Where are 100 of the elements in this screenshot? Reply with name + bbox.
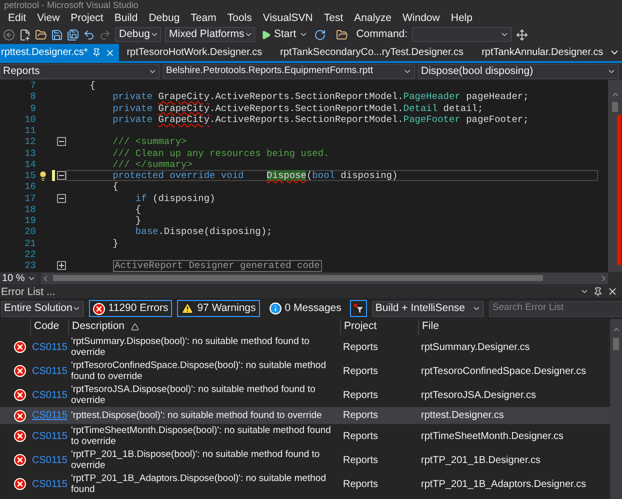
scope-dropdown[interactable]: Entire Solution [1,300,84,316]
scroll-up-icon[interactable] [610,90,620,99]
pin-icon[interactable] [593,286,603,296]
document-tab[interactable]: rptTankAnnular.Designer.cs [478,44,608,61]
caret-icon [299,30,308,39]
redo-icon[interactable] [99,28,111,40]
menu-item[interactable]: Window [402,10,440,24]
error-code[interactable]: CS0115 [30,452,68,468]
document-tab[interactable]: rpttest.Designer.cs* [0,44,119,61]
scroll-thumb[interactable] [613,338,619,350]
error-code[interactable]: CS0115 [30,364,68,378]
member-dropdown[interactable]: Dispose(bool disposing) [418,64,619,79]
back-icon[interactable] [3,28,15,40]
menu-item[interactable]: View [37,10,60,24]
save-icon[interactable] [51,28,63,40]
project-dropdown[interactable]: Reports [0,64,160,79]
collapse-icon[interactable] [56,171,66,180]
scroll-thumb[interactable] [53,275,543,281]
filter-toggle[interactable]: 11290 Errors [89,300,172,317]
close-icon[interactable] [104,48,115,58]
collapse-icon[interactable] [56,194,66,203]
document-tab[interactable]: rptTesoroHotWork.Designer.cs [122,44,266,61]
line-number: 8 [29,91,36,102]
error-icon [14,454,26,466]
platform-dropdown[interactable]: Mixed Platforms [165,27,255,42]
error-icon [14,365,26,377]
new-file-icon[interactable] [19,28,31,40]
menu-item[interactable]: Help [450,10,472,24]
expand-icon[interactable] [56,261,66,270]
type-dropdown[interactable]: Belshire.Petrotools.Reports.EquipmentForms.rptt [163,64,415,79]
line-number: 18 [24,204,36,215]
error-icon [14,430,26,442]
vertical-scrollbar[interactable] [608,80,622,272]
folder-icon[interactable] [336,28,348,40]
warning-icon [181,302,194,315]
menu-item[interactable]: VisualSVN [262,10,313,24]
info-icon [268,302,282,315]
scroll-right-icon[interactable] [599,274,608,282]
source-dropdown[interactable]: Build + IntelliSense [372,300,484,316]
caret-icon [607,67,616,76]
file-cell-text: rptTP_201_1B.Designer.cs [420,454,542,468]
error-code[interactable]: CS0115 [30,428,68,444]
line-number: 21 [24,238,36,249]
scroll-up-icon[interactable] [612,325,620,334]
menu-item[interactable]: Debug [148,10,180,24]
menu-item[interactable]: Build [114,10,138,24]
project-cell-text: Reports [342,430,380,444]
menu-item[interactable]: Team [190,10,216,24]
refresh-icon[interactable] [314,28,326,40]
menu-item[interactable]: Tools [227,10,252,24]
code-line: private GrapeCity.ActiveReports.SectionReportModel.PageFooter pageFooter; [112,114,529,125]
filter-toggle[interactable]: 0 Messages [264,300,346,317]
error-code[interactable]: CS0115 [30,340,68,354]
document-tab[interactable]: rptTankSecondaryCo...ryTest.Designer.cs [276,44,468,61]
toolbar-icon[interactable] [516,28,528,40]
start-button[interactable]: Start [259,27,310,42]
file-cell-text: rpttest.Designer.cs [420,409,505,423]
collapsed-region[interactable]: ActiveReport Designer generated code [112,260,322,272]
scroll-left-icon[interactable] [41,274,50,282]
sort-icon [130,323,139,331]
code-line: if (disposing) [134,192,216,204]
save-all-icon[interactable] [67,28,79,40]
pin-icon[interactable] [92,48,101,57]
error-icon [14,341,26,353]
error-icon [14,410,26,422]
folder-icon[interactable] [35,28,47,40]
code-line: /// <summary> [112,136,187,148]
project-cell-text: Reports [342,340,380,354]
caret-icon [472,304,482,313]
configuration-dropdown[interactable]: Debug [115,27,161,42]
filter-toggle[interactable]: 97 Warnings [177,300,260,317]
collapse-icon[interactable] [56,137,66,146]
change-marker [52,170,54,182]
zoom-dropdown[interactable]: 10 % [0,272,38,284]
menu-item[interactable]: Edit [8,10,26,24]
caret-icon [500,30,509,39]
file-cell-text: rptSummary.Designer.cs [420,340,531,354]
line-number: 15 [24,170,36,182]
panel-title: Error List ... [1,286,56,298]
horizontal-scrollbar[interactable] [41,272,608,284]
menu-item[interactable]: Project [70,10,104,24]
error-row[interactable]: CS0115 'rpttest.Dispose(bool)': no suitable method found to override Reports rpttest.Designer.cs [0,407,610,424]
filter-icon[interactable] [350,300,368,317]
lightbulb-icon[interactable] [38,170,48,181]
scroll-thumb[interactable] [612,102,618,112]
error-description: 'rptTimeSheetMonth.Dispose(bool)': no suitable method found to override [70,425,332,447]
undo-icon[interactable] [83,28,95,40]
error-icon [14,478,26,490]
command-field[interactable] [412,27,512,42]
project-cell-text: Reports [342,478,380,492]
caret-icon [150,30,159,39]
project-cell-text: Reports [342,454,380,468]
menu-item[interactable]: Analyze [354,10,392,24]
close-icon[interactable] [607,286,618,297]
error-code[interactable]: CS0115 [30,476,68,492]
menu-item[interactable]: Test [324,10,344,24]
error-description: 'rptTesoroConfinedSpace.Dispose(bool)': no suitable method found to override [70,360,327,382]
error-code[interactable]: CS0115 [30,388,68,402]
project-cell-text: Reports [342,388,380,402]
vertical-scrollbar[interactable] [610,319,622,499]
